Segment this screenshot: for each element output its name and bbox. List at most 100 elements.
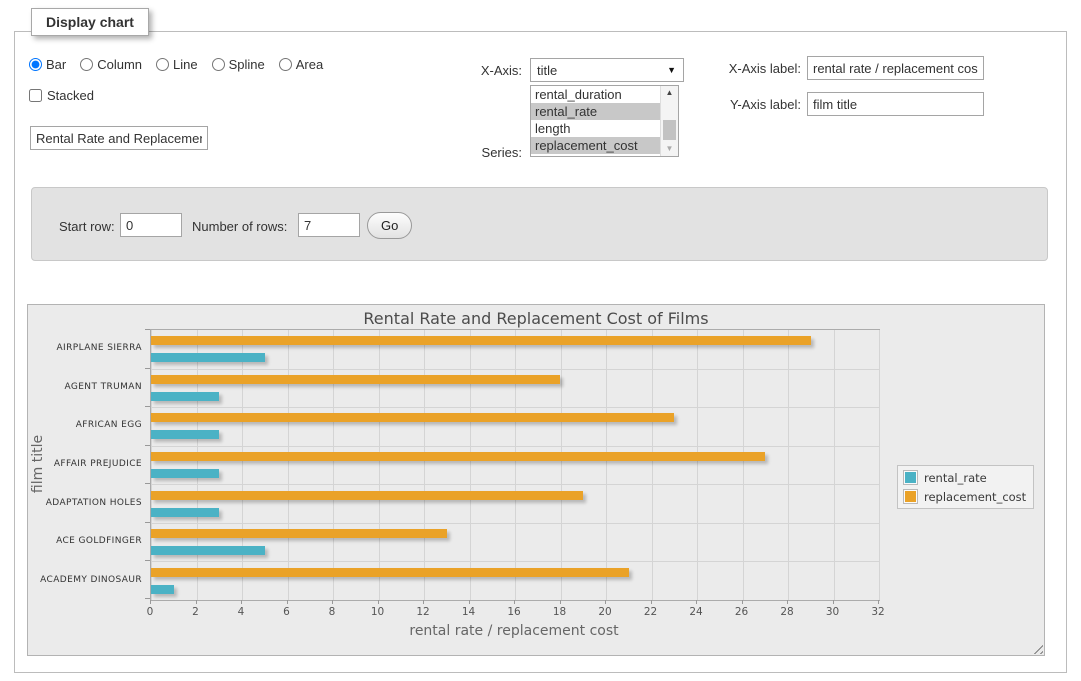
bar-replacement_cost — [151, 568, 629, 577]
series-option-replacement_cost[interactable]: replacement_cost — [531, 137, 661, 154]
x-axis-select[interactable]: title ▼ — [530, 58, 684, 82]
x-tick-label: 4 — [226, 606, 256, 618]
bar-replacement_cost — [151, 413, 674, 422]
row-range-panel: Start row: Number of rows: Go — [31, 187, 1048, 261]
x-tick-mark — [469, 600, 470, 604]
legend-label: rental_rate — [924, 471, 987, 485]
x-axis-select-label: X-Axis: — [422, 63, 522, 78]
x-axis-selected-value: title — [537, 63, 557, 78]
chart-x-ticks — [150, 600, 878, 604]
bar-replacement_cost — [151, 452, 765, 461]
go-button[interactable]: Go — [367, 212, 412, 239]
x-tick-label: 12 — [408, 606, 438, 618]
series-select-label: Series: — [422, 145, 522, 160]
legend-item-rental_rate: rental_rate — [903, 470, 1026, 485]
chart-type-radio-bar[interactable] — [29, 58, 42, 71]
chart-title-input[interactable] — [30, 126, 208, 150]
x-axis-label-field-label: X-Axis label: — [701, 61, 801, 76]
x-tick-mark — [651, 600, 652, 604]
x-tick-label: 24 — [681, 606, 711, 618]
legend-label: replacement_cost — [924, 490, 1026, 504]
series-option-rental_rate[interactable]: rental_rate — [531, 103, 661, 120]
x-tick-mark — [287, 600, 288, 604]
y-axis-label-input[interactable] — [807, 92, 984, 116]
chart-type-radio-area[interactable] — [279, 58, 292, 71]
series-option-length[interactable]: length — [531, 120, 661, 137]
scrollbar[interactable]: ▲ ▼ — [660, 86, 678, 156]
stacked-checkbox[interactable] — [29, 89, 42, 102]
bar-replacement_cost — [151, 336, 811, 345]
scroll-up-icon[interactable]: ▲ — [661, 86, 678, 100]
x-tick-label: 16 — [499, 606, 529, 618]
bar-group-affair-prejudice — [151, 446, 879, 485]
bar-rental_rate — [151, 430, 219, 439]
x-tick-mark — [196, 600, 197, 604]
category-label: AFRICAN EGG — [28, 406, 142, 445]
chart-type-radio-label: Column — [97, 57, 142, 72]
scroll-down-icon[interactable]: ▼ — [661, 142, 678, 156]
chart-type-radio-group: Bar Column Line Spline Area — [29, 57, 323, 72]
gridline-vertical — [879, 330, 880, 600]
start-row-input[interactable] — [120, 213, 182, 237]
category-label: ACE GOLDFINGER — [28, 522, 142, 561]
x-tick-mark — [241, 600, 242, 604]
page: Display chart Bar Column Line Spline Area St… — [0, 0, 1081, 681]
x-tick-mark — [514, 600, 515, 604]
chart-plot-area — [150, 329, 880, 601]
category-label: AGENT TRUMAN — [28, 368, 142, 407]
chart-type-radio-label: Bar — [46, 57, 66, 72]
x-tick-label: 2 — [181, 606, 211, 618]
x-tick-label: 8 — [317, 606, 347, 618]
x-tick-label: 18 — [545, 606, 575, 618]
bar-group-airplane-sierra — [151, 330, 879, 369]
chart-type-radio-line[interactable] — [156, 58, 169, 71]
legend-swatch-replacement_cost — [903, 489, 918, 504]
x-tick-mark — [150, 600, 151, 604]
bar-group-ace-goldfinger — [151, 523, 879, 562]
x-tick-label: 10 — [363, 606, 393, 618]
bar-rental_rate — [151, 546, 265, 555]
bar-group-adaptation-holes — [151, 484, 879, 523]
display-chart-fieldset: Display chart BarColumnLineSplineArea St… — [14, 31, 1067, 673]
chart-x-axis-title: rental rate / replacement cost — [150, 623, 878, 639]
bar-replacement_cost — [151, 529, 447, 538]
x-axis-label-input[interactable] — [807, 56, 984, 80]
bar-rental_rate — [151, 508, 219, 517]
x-tick-mark — [378, 600, 379, 604]
chart-type-option-column: Column — [80, 57, 142, 72]
category-label: AIRPLANE SIERRA — [28, 329, 142, 368]
x-tick-mark — [878, 600, 879, 604]
chart-type-radio-label: Spline — [229, 57, 265, 72]
x-tick-label: 6 — [272, 606, 302, 618]
fieldset-legend: Display chart — [31, 8, 149, 36]
bar-replacement_cost — [151, 375, 560, 384]
chart-type-radio-spline[interactable] — [212, 58, 225, 71]
series-multiselect[interactable]: rental_durationrental_ratelengthreplacem… — [530, 85, 679, 157]
x-tick-mark — [560, 600, 561, 604]
x-tick-mark — [742, 600, 743, 604]
legend-swatch-rental_rate — [903, 470, 918, 485]
chart-type-radio-label: Line — [173, 57, 198, 72]
x-tick-label: 32 — [863, 606, 893, 618]
bar-rental_rate — [151, 469, 219, 478]
x-tick-label: 14 — [454, 606, 484, 618]
scrollbar-thumb[interactable] — [663, 120, 676, 140]
bar-group-african-egg — [151, 407, 879, 446]
number-of-rows-label: Number of rows: — [192, 219, 287, 234]
chart-type-option-line: Line — [156, 57, 198, 72]
number-of-rows-input[interactable] — [298, 213, 360, 237]
resize-handle-icon[interactable] — [1030, 641, 1043, 654]
series-option-rental_duration[interactable]: rental_duration — [531, 86, 661, 103]
chart-type-option-area: Area — [279, 57, 323, 72]
x-tick-mark — [696, 600, 697, 604]
category-label: ADAPTATION HOLES — [28, 483, 142, 522]
chart-x-tick-labels: 02468101214161820222426283032 — [150, 606, 878, 620]
x-tick-mark — [332, 600, 333, 604]
bar-rental_rate — [151, 585, 174, 594]
stacked-label: Stacked — [47, 88, 94, 103]
chart-container: Rental Rate and Replacement Cost of Film… — [27, 304, 1045, 656]
chart-type-radio-column[interactable] — [80, 58, 93, 71]
x-tick-label: 28 — [772, 606, 802, 618]
chart-legend: rental_rate replacement_cost — [897, 465, 1034, 509]
chart-type-option-bar: Bar — [29, 57, 66, 72]
